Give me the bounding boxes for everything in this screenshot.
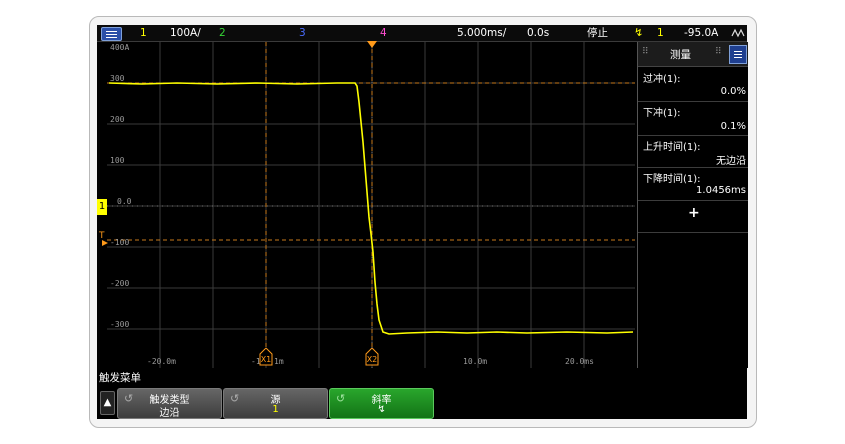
softkey-slope[interactable]: ↺ 斜率 ↯ (329, 388, 434, 419)
ch3-label[interactable]: 3 (299, 26, 306, 40)
svg-text:X1: X1 (261, 355, 272, 364)
x-tick-label: 1m (274, 357, 284, 366)
y-tick-label: 300 (110, 74, 125, 83)
y-tick-label: 200 (110, 115, 125, 124)
cursor-x1-marker[interactable]: X1 (259, 348, 273, 366)
softkey-menu-title: 触发菜单 (99, 372, 141, 384)
ch4-label[interactable]: 4 (380, 26, 387, 40)
timebase-readout[interactable]: 5.000ms/ (457, 26, 506, 40)
softkey-trigger-type[interactable]: ↺ 触发类型 边沿 (117, 388, 222, 419)
falling-edge-icon: ↯ (634, 26, 644, 39)
add-measurement-button[interactable]: + (688, 205, 700, 221)
y-tick-label: -100 (110, 238, 129, 247)
divider (638, 200, 748, 201)
waveform-grid[interactable]: 400A 300 200 100 0.0 -100 -200 -300 -20.… (107, 42, 635, 368)
main-menu-button[interactable] (101, 27, 122, 41)
divider (638, 135, 748, 136)
preshoot-value: 0.1% (720, 121, 746, 132)
cursor-x2-marker[interactable]: X2 (365, 348, 379, 366)
rise-time-label: 上升时间(1): (643, 142, 701, 153)
rise-time-value: 无边沿 (716, 156, 746, 167)
softkey-value: 1 (272, 404, 279, 415)
measure-panel-title: 测量 (670, 49, 691, 61)
x-tick-label: 20.0ms (565, 357, 594, 366)
x-tick-label: -20.0m (147, 357, 176, 366)
fall-time-label: 下降时间(1): (643, 174, 701, 185)
trigger-position-marker[interactable] (367, 41, 377, 49)
ch1-ground-marker[interactable]: 1 (97, 199, 107, 215)
divider (638, 232, 748, 233)
menu-up-button[interactable]: ▲ (100, 391, 115, 415)
softkey-value: ↯ (377, 404, 386, 415)
divider (638, 167, 748, 168)
ch1-label[interactable]: 1 (140, 26, 147, 40)
softkey-value: 边沿 (159, 408, 180, 419)
fall-time-value: 1.0456ms (696, 185, 746, 196)
y-tick-label: 100 (110, 156, 125, 165)
measure-menu-icon[interactable] (729, 45, 747, 64)
preshoot-label: 下冲(1): (643, 108, 681, 119)
y-tick-label: 400A (110, 43, 129, 52)
y-tick-label: -300 (110, 320, 129, 329)
drag-grip-icon-2[interactable]: ⠿ (715, 47, 722, 57)
trigger-source[interactable]: 1 (657, 26, 664, 40)
softkey-source[interactable]: ↺ 源 1 (223, 388, 328, 419)
overshoot-value: 0.0% (720, 86, 746, 97)
measure-panel-header: ⠿ 测量 ⠿ (638, 42, 748, 67)
divider (638, 101, 748, 102)
drag-grip-icon[interactable]: ⠿ (642, 47, 649, 57)
ch1-scale[interactable]: 100A/ (170, 26, 201, 40)
svg-text:X2: X2 (367, 355, 378, 364)
trigger-level-arrow-icon (102, 240, 108, 246)
wave-icon (731, 28, 745, 38)
overshoot-label: 过冲(1): (643, 74, 681, 85)
run-state[interactable]: 停止 (587, 26, 608, 40)
measure-panel: ⠿ 测量 ⠿ 过冲(1): 0.0% 下冲(1): 0.1% 上升时间(1): … (637, 42, 748, 368)
delay-readout[interactable]: 0.0s (527, 26, 549, 40)
y-tick-label: 0.0 (117, 197, 132, 206)
x-tick-label: 10.0m (463, 357, 487, 366)
ch2-label[interactable]: 2 (219, 26, 226, 40)
y-tick-label: -200 (110, 279, 129, 288)
trigger-level[interactable]: -95.0A (684, 26, 718, 40)
